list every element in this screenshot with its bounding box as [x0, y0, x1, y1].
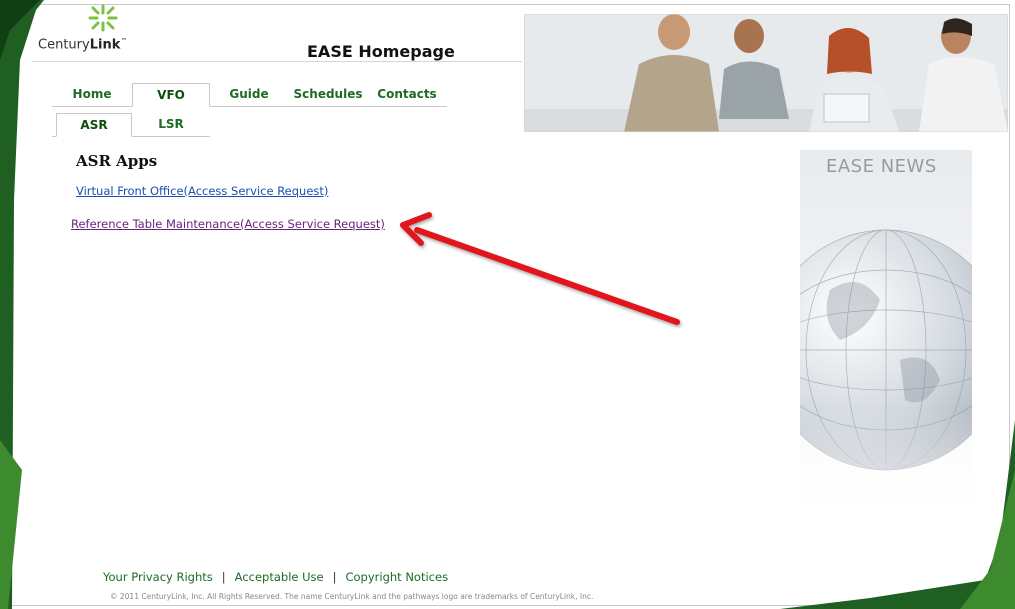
tab-home[interactable]: Home: [52, 83, 132, 105]
pathways-logo-icon: [88, 4, 118, 32]
ease-news-panel: EASE NEWS: [800, 150, 972, 530]
reference-table-link[interactable]: Reference Table Maintenance(Access Servi…: [71, 217, 385, 231]
red-arrow-icon: [400, 212, 680, 325]
page-frame: CenturyLink™ EASE Homepage Home VFO Guid…: [0, 0, 1015, 609]
footer-links: Your Privacy Rights | Acceptable Use | Copyr…: [103, 570, 448, 584]
tab-baseline-left: [52, 106, 132, 107]
globe-image: [800, 150, 972, 530]
news-title: EASE NEWS: [826, 156, 937, 177]
tab-baseline-right: [210, 106, 447, 107]
tab-contacts[interactable]: Contacts: [370, 83, 444, 105]
tab-vfo[interactable]: VFO: [132, 83, 210, 107]
header-divider: [32, 61, 522, 62]
privacy-rights-link[interactable]: Your Privacy Rights: [103, 570, 213, 584]
subtab-lsr[interactable]: LSR: [132, 113, 210, 135]
tab-guide[interactable]: Guide: [210, 83, 288, 105]
acceptable-use-link[interactable]: Acceptable Use: [235, 570, 324, 584]
page-title: EASE Homepage: [307, 42, 455, 61]
footer-separator: |: [221, 570, 226, 584]
logo-text-prefix: Century: [38, 37, 90, 53]
copyright-text: © 2011 CenturyLink, Inc. All Rights Rese…: [110, 592, 594, 601]
footer-separator: |: [332, 570, 337, 584]
subtab-baseline-right: [132, 136, 210, 137]
centurylink-logo[interactable]: CenturyLink™: [38, 4, 128, 56]
logo-trademark: ™: [120, 37, 128, 45]
section-title: ASR Apps: [76, 152, 158, 170]
business-meeting-photo: [524, 14, 1008, 132]
subtab-asr[interactable]: ASR: [56, 113, 132, 137]
copyright-notices-link[interactable]: Copyright Notices: [345, 570, 448, 584]
logo-text-bold: Link: [89, 37, 121, 53]
vfo-asr-link[interactable]: Virtual Front Office(Access Service Requ…: [76, 184, 328, 198]
tab-schedules[interactable]: Schedules: [290, 83, 366, 105]
